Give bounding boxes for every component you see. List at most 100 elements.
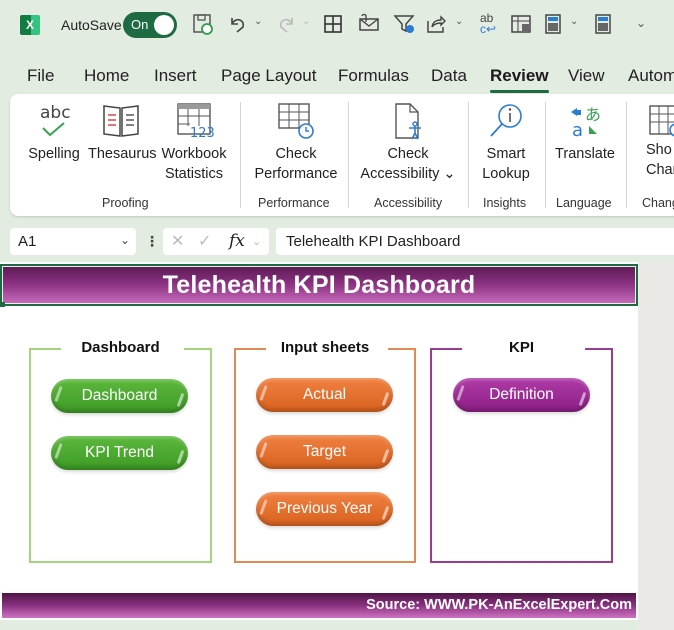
attach-email-icon[interactable]: [357, 12, 381, 36]
spelling-label: Spelling: [28, 146, 80, 162]
worksheet-gray-area: [638, 262, 674, 630]
calculator-icon[interactable]: [541, 12, 565, 36]
quick-access-toolbar: X AutoSave On ⌄ ⌄ ⌄ ab c↩ ⌄ ⌄: [0, 0, 674, 50]
check-accessibility-button[interactable]: Check Accessibility ⌄: [358, 102, 458, 184]
excel-logo-icon: X: [20, 15, 40, 35]
group-separator: [240, 102, 241, 208]
group-label-changes: Chang: [642, 196, 674, 210]
chevron-down-icon[interactable]: ⌄: [252, 235, 261, 248]
insert-function-icon[interactable]: fx: [229, 231, 245, 251]
formula-value: Telehealth KPI Dashboard: [286, 233, 461, 250]
name-box[interactable]: A1 ⌄: [10, 228, 136, 255]
group-separator: [348, 102, 349, 208]
button-label: Previous Year: [276, 500, 373, 517]
autosave-state: On: [131, 17, 149, 32]
chevron-down-icon[interactable]: ⌄: [120, 233, 130, 247]
calculator-icon[interactable]: [591, 12, 615, 36]
autosave-label: AutoSave: [61, 17, 122, 33]
form-icon[interactable]: [509, 12, 533, 36]
tab-home[interactable]: Home: [84, 66, 129, 86]
cancel-icon[interactable]: ✕: [171, 231, 184, 251]
redo-icon[interactable]: [274, 12, 298, 36]
panel-title: Input sheets: [280, 339, 370, 356]
accessibility-icon: [388, 102, 428, 140]
spelling-button[interactable]: abc Spelling: [26, 102, 82, 164]
autosave-toggle[interactable]: On: [123, 12, 177, 38]
undo-icon[interactable]: [226, 12, 250, 36]
smart-label: Smart: [486, 146, 526, 162]
tab-page-layout[interactable]: Page Layout: [221, 66, 316, 86]
performance-label: Performance: [254, 166, 338, 182]
dashboard-button[interactable]: Dashboard: [51, 379, 188, 413]
share-icon[interactable]: [424, 12, 448, 36]
show-label: Sho: [646, 142, 672, 158]
kpi-trend-button[interactable]: KPI Trend: [51, 436, 188, 470]
customize-qat-icon[interactable]: ⌄: [636, 16, 646, 30]
formula-actions: ✕ ✓ fx ⌄: [163, 228, 269, 255]
check-label: Check: [275, 146, 317, 162]
tab-file[interactable]: File: [27, 66, 54, 86]
translate-button[interactable]: あa Translate: [550, 102, 620, 164]
tab-review[interactable]: Review: [490, 66, 549, 93]
tab-automate[interactable]: Autom: [628, 66, 674, 86]
name-box-value: A1: [18, 233, 37, 250]
toggle-knob: [154, 15, 174, 35]
tab-insert[interactable]: Insert: [154, 66, 197, 86]
check-performance-button[interactable]: Check Performance: [248, 102, 344, 184]
group-separator: [468, 102, 469, 208]
ribbon-tabs: File Home Insert Page Layout Formulas Da…: [0, 58, 674, 93]
check-performance-icon: [276, 102, 316, 140]
enter-check-icon[interactable]: ✓: [198, 231, 211, 251]
statistics-label: Statistics: [164, 166, 223, 182]
ribbon-panel: abc Spelling Thesaurus 123 Workbook Stat…: [10, 94, 674, 216]
redo-dropdown-icon[interactable]: ⌄: [302, 16, 310, 27]
show-changes-button[interactable]: Sho Chang: [646, 102, 674, 180]
translate-label: Translate: [555, 146, 615, 162]
calculate-dropdown-icon[interactable]: ⌄: [570, 16, 578, 27]
smart-lookup-button[interactable]: Smart Lookup: [474, 102, 538, 184]
fill-handle[interactable]: [0, 302, 5, 307]
button-label: KPI Trend: [85, 444, 154, 461]
spelling-check-icon: abc: [34, 102, 74, 140]
panel-title: KPI: [508, 339, 534, 356]
lookup-label: Lookup: [482, 166, 530, 182]
thesaurus-button[interactable]: Thesaurus: [88, 102, 157, 164]
show-changes-icon: [646, 102, 674, 140]
group-separator: [545, 102, 546, 208]
button-label: Target: [302, 443, 347, 460]
button-label: Definition: [489, 386, 554, 403]
button-label: Dashboard: [81, 387, 158, 404]
tab-formulas[interactable]: Formulas: [338, 66, 409, 86]
more-options-icon[interactable]: ⋮: [145, 233, 159, 250]
panel-title: Dashboard: [81, 339, 160, 356]
target-button[interactable]: Target: [256, 435, 393, 469]
borders-icon[interactable]: [321, 12, 345, 36]
group-separator: [626, 102, 627, 208]
group-label-language: Language: [556, 196, 612, 210]
tab-data[interactable]: Data: [431, 66, 467, 86]
undo-dropdown-icon[interactable]: ⌄: [254, 16, 262, 27]
definition-button[interactable]: Definition: [453, 378, 590, 412]
svg-text:a: a: [572, 120, 583, 140]
source-footer-banner: Source: WWW.PK-AnExcelExpert.Com: [2, 593, 636, 618]
filter-settings-icon[interactable]: [393, 12, 417, 36]
workbook-statistics-button[interactable]: 123 Workbook Statistics: [158, 102, 230, 184]
share-dropdown-icon[interactable]: ⌄: [455, 16, 463, 27]
translate-icon: あa: [565, 102, 605, 141]
thesaurus-label: Thesaurus: [88, 146, 157, 162]
svg-text:abc: abc: [40, 103, 71, 123]
group-label-insights: Insights: [483, 196, 527, 210]
actual-button[interactable]: Actual: [256, 378, 393, 412]
workbook-label: Workbook: [161, 146, 227, 162]
smart-lookup-icon: [486, 102, 526, 140]
changes-label: Chang: [646, 162, 674, 178]
spelling-replace-icon[interactable]: ab c↩: [476, 12, 500, 36]
button-label: Actual: [302, 386, 347, 403]
save-sync-icon[interactable]: [191, 12, 215, 36]
tab-view[interactable]: View: [568, 66, 605, 86]
book-icon: [101, 102, 141, 140]
formula-input[interactable]: Telehealth KPI Dashboard: [276, 228, 674, 255]
group-label-performance: Performance: [258, 196, 330, 210]
previous-year-button[interactable]: Previous Year: [256, 492, 393, 526]
dashboard-title-banner[interactable]: Telehealth KPI Dashboard: [0, 264, 638, 306]
